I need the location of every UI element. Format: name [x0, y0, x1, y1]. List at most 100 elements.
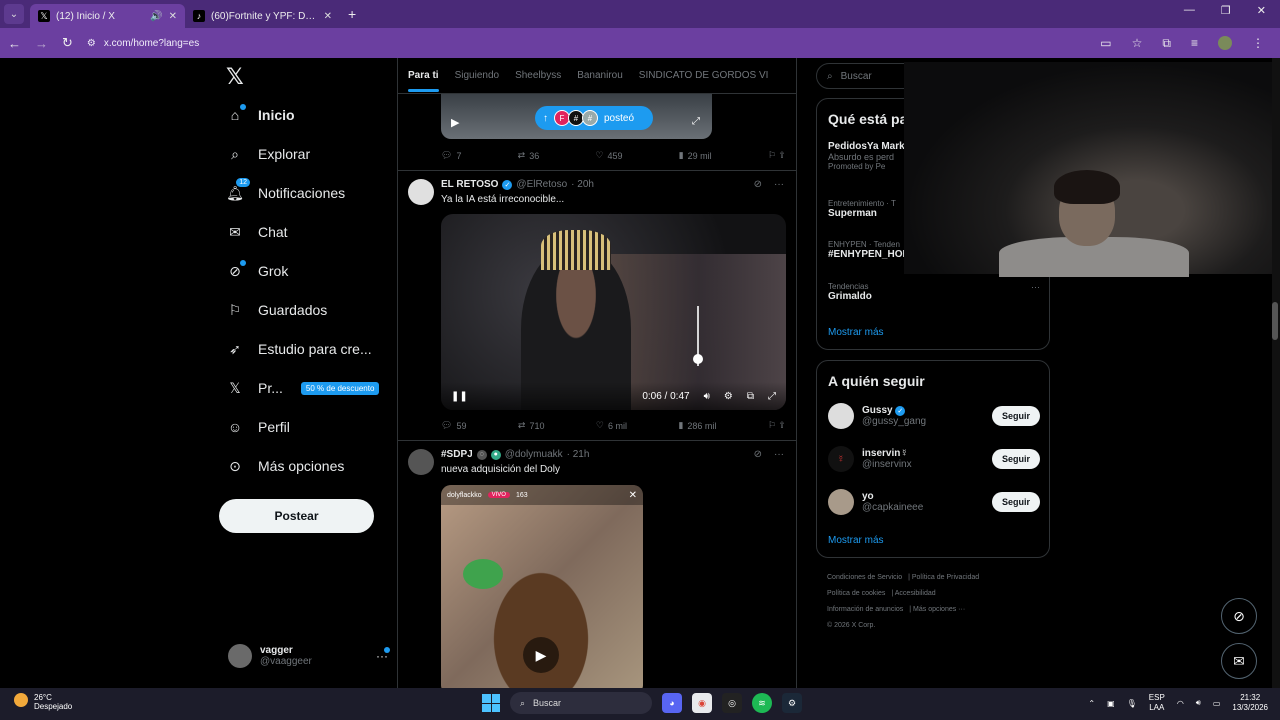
steam-icon[interactable]: ⚙	[782, 693, 802, 713]
extensions-icon[interactable]: ⧉	[1162, 36, 1171, 51]
video-player[interactable]: ❚❚ 0:06 / 0:47 🔊︎ ⚙ ⧉ ⤢	[441, 214, 786, 410]
close-tab-icon[interactable]: ✕	[324, 11, 332, 22]
fullscreen-icon[interactable]: ⤢	[768, 391, 776, 402]
nav-creator-studio[interactable]: ➶ Estudio para cre...	[226, 340, 372, 358]
repost-button[interactable]: ⇄ 36	[518, 150, 540, 161]
volume-knob[interactable]	[693, 354, 703, 364]
follow-button[interactable]: Seguir	[991, 449, 1040, 469]
speaker-icon[interactable]: 🔊	[150, 11, 162, 22]
fullscreen-icon[interactable]: ⤢	[692, 116, 700, 127]
tweet-time[interactable]: · 20h	[571, 179, 594, 190]
tab-for-you[interactable]: Para ti	[408, 70, 439, 92]
reply-button[interactable]: 💬︎ 7	[441, 150, 461, 161]
settings-icon[interactable]: ⚙	[724, 391, 733, 402]
tab-tiktok[interactable]: ♪ (60)Fortnite y YPF: Desafío de C ✕	[185, 4, 340, 28]
nav-home[interactable]: ⌂ Inicio	[226, 104, 295, 124]
language-indicator[interactable]: ESP LAA	[1149, 693, 1165, 713]
grok-icon[interactable]: ⊘	[754, 449, 762, 460]
play-icon[interactable]: ▶	[451, 116, 459, 129]
site-info-icon[interactable]: ⚙	[87, 38, 96, 49]
footer-link[interactable]: Información de anuncios	[827, 606, 903, 613]
repost-button[interactable]: ⇄ 710	[518, 420, 545, 431]
cast-icon[interactable]: ▭	[1100, 36, 1111, 51]
follow-button[interactable]: Seguir	[991, 406, 1040, 426]
author-name[interactable]: EL RETOSO	[441, 179, 498, 190]
messages-fab-icon[interactable]: ✉	[1221, 643, 1257, 679]
nav-more-options[interactable]: ⊙ Más opciones	[226, 457, 344, 475]
footer-link[interactable]: Política de cookies	[827, 590, 885, 597]
show-more-link[interactable]: Mostrar más	[828, 535, 884, 546]
maximize-icon[interactable]: ❐	[1221, 4, 1231, 17]
trend-item[interactable]: Entretenimiento · T Superman	[828, 199, 896, 219]
reload-icon[interactable]: ↻	[62, 35, 73, 51]
nav-grok[interactable]: ⊘ Grok	[226, 260, 288, 280]
footer-link[interactable]: Política de Privacidad	[912, 574, 979, 581]
author-handle[interactable]: @ElRetoso	[516, 179, 567, 190]
reply-button[interactable]: 💬︎ 59	[441, 420, 466, 431]
trend-item[interactable]: PedidosYa Mark Absurdo es perd Promoted …	[828, 141, 905, 171]
nav-premium[interactable]: 𝕏 Pr... 50 % de descuento	[226, 379, 380, 397]
volume-icon[interactable]: 🔊︎	[704, 391, 710, 402]
scroll-thumb[interactable]	[1272, 302, 1278, 340]
follow-item[interactable]: ☿ inservin☿ @inservinx Seguir	[828, 446, 1040, 472]
avatar[interactable]	[408, 449, 434, 475]
follow-item[interactable]: yo @capkaineee Seguir	[828, 489, 1040, 515]
more-icon[interactable]: ···	[1031, 282, 1040, 292]
minimize-icon[interactable]: —	[1184, 4, 1195, 17]
mic-icon[interactable]: 🎙︎	[1127, 699, 1137, 708]
nav-profile[interactable]: ☺ Perfil	[226, 418, 290, 436]
close-tab-icon[interactable]: ✕	[169, 11, 177, 22]
more-icon[interactable]: ···	[376, 647, 390, 663]
nav-explore[interactable]: ⌕ Explorar	[226, 145, 310, 163]
x-logo-icon[interactable]: 𝕏	[226, 64, 244, 90]
weather-widget[interactable]: 26°C Despejado	[14, 693, 72, 711]
tab-following[interactable]: Siguiendo	[455, 70, 499, 81]
grok-fab-icon[interactable]: ⊘	[1221, 598, 1257, 634]
pause-icon[interactable]: ❚❚	[451, 391, 468, 402]
volume-icon[interactable]: 🔊︎	[1196, 698, 1201, 708]
discord-icon[interactable]: ◕	[662, 693, 682, 713]
like-button[interactable]: ♡ 459	[595, 150, 622, 161]
trend-item[interactable]: ENHYPEN · Tenden #ENHYPEN_HOM	[828, 240, 911, 260]
footer-link[interactable]: Más opciones ···	[913, 606, 965, 613]
video-player[interactable]: dolyflackko VIVO 163 ✕ ▶	[441, 485, 643, 688]
close-window-icon[interactable]: ✕	[1257, 4, 1266, 17]
scrollbar[interactable]	[1272, 58, 1280, 688]
bookmark-share[interactable]: ⚐ ⇪	[768, 150, 786, 161]
author-handle[interactable]: @dolymuakk	[505, 449, 563, 460]
pip-icon[interactable]: ⧉	[747, 391, 754, 402]
back-icon[interactable]: ←	[8, 36, 21, 51]
post-button[interactable]: Postear	[219, 499, 374, 533]
tab-list[interactable]: Bananirou	[577, 70, 623, 81]
tab-list[interactable]: SINDICATO DE GORDOS VI	[639, 70, 769, 81]
chevron-up-icon[interactable]: ⌃	[1088, 699, 1095, 708]
tab-list[interactable]: Sheelbyss	[515, 70, 561, 81]
app-tray-icon[interactable]: ▣	[1107, 699, 1115, 708]
follow-item[interactable]: Gussy ✓ @gussy_gang Seguir	[828, 403, 1040, 429]
nav-bookmarks[interactable]: ⚐ Guardados	[226, 301, 328, 319]
views-button[interactable]: ▮ 29 mil	[679, 150, 712, 161]
address-bar[interactable]: ⚙ x.com/home?lang=es	[87, 38, 1086, 49]
wifi-icon[interactable]: ◠	[1177, 699, 1184, 708]
chrome-icon[interactable]: ◉	[692, 693, 712, 713]
spotify-icon[interactable]: ≋	[752, 693, 772, 713]
new-posts-pill[interactable]: ↑ F # # posteó	[535, 106, 653, 130]
trend-item[interactable]: Tendencias Grimaldo ···	[828, 282, 1040, 302]
account-switcher[interactable]: vagger @vaaggeer ···	[228, 644, 390, 668]
grok-icon[interactable]: ⊘	[754, 179, 762, 190]
footer-link[interactable]: Condiciones de Servicio	[827, 574, 902, 581]
new-tab-icon[interactable]: +	[348, 6, 356, 22]
clock[interactable]: 21:32 13/3/2026	[1232, 693, 1268, 713]
tab-search-button[interactable]: ⌄	[4, 4, 24, 24]
like-button[interactable]: ♡ 6 mil	[596, 420, 627, 431]
author-name[interactable]: #SDPJ	[441, 449, 473, 460]
github-icon[interactable]: ◎	[722, 693, 742, 713]
more-icon[interactable]: ···	[774, 179, 784, 190]
battery-icon[interactable]: ▭	[1213, 699, 1221, 708]
nav-notifications[interactable]: 🔔︎ 12 Notificaciones	[226, 178, 345, 202]
profile-avatar[interactable]	[1218, 35, 1232, 50]
more-icon[interactable]: ···	[774, 449, 784, 460]
follow-button[interactable]: Seguir	[991, 492, 1040, 512]
show-more-link[interactable]: Mostrar más	[828, 327, 884, 338]
taskbar-search[interactable]: ⌕ Buscar	[510, 692, 652, 714]
